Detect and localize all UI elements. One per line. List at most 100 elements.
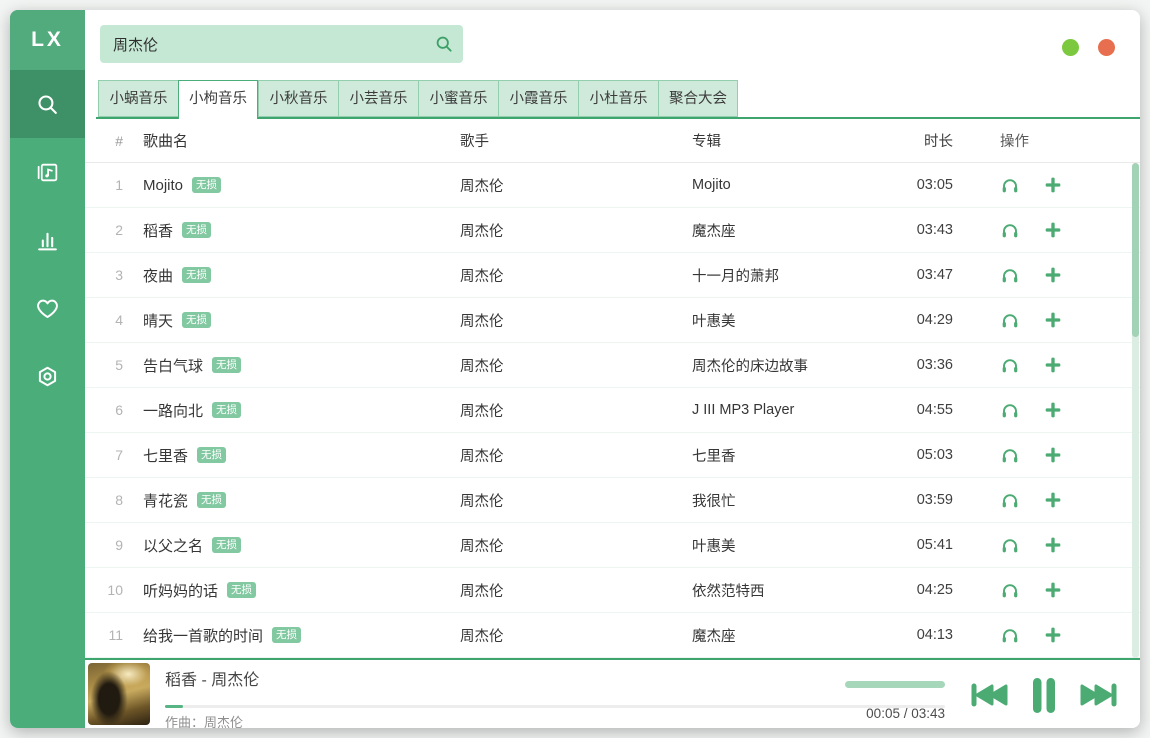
- add-button[interactable]: [1043, 310, 1063, 330]
- sidebar-item-search[interactable]: [10, 70, 85, 138]
- listen-button[interactable]: [1000, 400, 1020, 420]
- listen-button[interactable]: [1000, 580, 1020, 600]
- search-icon: [35, 92, 60, 117]
- sidebar-item-songlist[interactable]: [10, 138, 85, 206]
- listen-button[interactable]: [1000, 175, 1020, 195]
- song-duration: 03:05: [885, 177, 953, 193]
- song-duration: 04:13: [885, 627, 953, 643]
- song-artist: 周杰伦: [460, 400, 692, 421]
- song-artist: 周杰伦: [460, 445, 692, 466]
- heart-icon: [35, 296, 60, 321]
- quality-badge: 无损: [197, 447, 226, 463]
- listen-button[interactable]: [1000, 220, 1020, 240]
- add-button[interactable]: [1043, 265, 1063, 285]
- tab-3[interactable]: 小秋音乐: [258, 80, 338, 117]
- table-row[interactable]: 7七里香无损周杰伦七里香05:03: [85, 433, 1140, 478]
- pause-button[interactable]: [1030, 677, 1058, 714]
- scrollbar-track[interactable]: [1132, 163, 1139, 658]
- listen-button[interactable]: [1000, 265, 1020, 285]
- table-row[interactable]: 8青花瓷无损周杰伦我很忙03:59: [85, 478, 1140, 523]
- tab-2[interactable]: 小枸音乐: [178, 80, 258, 119]
- listen-button[interactable]: [1000, 355, 1020, 375]
- tab-1[interactable]: 小蜗音乐: [98, 80, 178, 117]
- add-button[interactable]: [1043, 445, 1063, 465]
- add-button[interactable]: [1043, 355, 1063, 375]
- song-album: 十一月的萧邦: [692, 265, 885, 286]
- settings-icon: [35, 364, 60, 389]
- now-playing-subtitle: 作曲：周杰伦: [165, 712, 243, 728]
- song-actions: [953, 490, 1140, 510]
- header-duration: 时长: [885, 130, 953, 151]
- song-album: 我很忙: [692, 490, 885, 511]
- add-button[interactable]: [1043, 175, 1063, 195]
- next-button[interactable]: [1078, 682, 1118, 708]
- add-button[interactable]: [1043, 535, 1063, 555]
- song-duration: 04:55: [885, 402, 953, 418]
- bar-chart-icon: [35, 228, 60, 253]
- song-name: Mojito: [143, 177, 183, 194]
- table-row[interactable]: 10听妈妈的话无损周杰伦依然范特西04:25: [85, 568, 1140, 613]
- add-button[interactable]: [1043, 625, 1063, 645]
- tab-7[interactable]: 小杜音乐: [578, 80, 658, 117]
- search-icon[interactable]: [425, 25, 463, 63]
- table-row[interactable]: 5告白气球无损周杰伦周杰伦的床边故事03:36: [85, 343, 1140, 388]
- sidebar-item-favorites[interactable]: [10, 274, 85, 342]
- sidebar-item-ranking[interactable]: [10, 206, 85, 274]
- previous-button[interactable]: [970, 682, 1010, 708]
- song-name: 一路向北: [143, 400, 203, 421]
- tab-5[interactable]: 小蜜音乐: [418, 80, 498, 117]
- song-duration: 03:47: [885, 267, 953, 283]
- add-button[interactable]: [1043, 220, 1063, 240]
- search-input[interactable]: [100, 25, 425, 63]
- table-row[interactable]: 11给我一首歌的时间无损周杰伦魔杰座04:13: [85, 613, 1140, 658]
- minimize-button[interactable]: [1062, 39, 1079, 56]
- quality-badge: 无损: [182, 222, 211, 238]
- table-row[interactable]: 1Mojito无损周杰伦Mojito03:05: [85, 163, 1140, 208]
- song-actions: [953, 265, 1140, 285]
- listen-button[interactable]: [1000, 310, 1020, 330]
- player-bar: 稻香 - 周杰伦 作曲：周杰伦 00:05 / 03:43: [85, 658, 1140, 728]
- tab-8[interactable]: 聚合大会: [658, 80, 738, 117]
- listen-button[interactable]: [1000, 535, 1020, 555]
- table-row[interactable]: 9以父之名无损周杰伦叶惠美05:41: [85, 523, 1140, 568]
- song-name-cell: Mojito无损: [123, 177, 460, 194]
- song-artist: 周杰伦: [460, 265, 692, 286]
- listen-button[interactable]: [1000, 445, 1020, 465]
- sidebar-item-settings[interactable]: [10, 342, 85, 410]
- table-row[interactable]: 2稻香无损周杰伦魔杰座03:43: [85, 208, 1140, 253]
- song-album: 叶惠美: [692, 310, 885, 331]
- volume-slider[interactable]: [845, 681, 945, 688]
- song-actions: [953, 535, 1140, 555]
- close-button[interactable]: [1098, 39, 1115, 56]
- song-name: 青花瓷: [143, 490, 188, 511]
- add-button[interactable]: [1043, 400, 1063, 420]
- song-name: 听妈妈的话: [143, 580, 218, 601]
- add-button[interactable]: [1043, 490, 1063, 510]
- header-album: 专辑: [692, 130, 885, 151]
- player-controls: [970, 660, 1118, 728]
- song-artist: 周杰伦: [460, 625, 692, 646]
- listen-button[interactable]: [1000, 625, 1020, 645]
- table-row[interactable]: 3夜曲无损周杰伦十一月的萧邦03:47: [85, 253, 1140, 298]
- song-actions: [953, 400, 1140, 420]
- table-row[interactable]: 6一路向北无损周杰伦J III MP3 Player04:55: [85, 388, 1140, 433]
- song-album: 魔杰座: [692, 220, 885, 241]
- song-name-cell: 稻香无损: [123, 220, 460, 241]
- table-row[interactable]: 4晴天无损周杰伦叶惠美04:29: [85, 298, 1140, 343]
- tab-4[interactable]: 小芸音乐: [338, 80, 418, 117]
- quality-badge: 无损: [197, 492, 226, 508]
- song-number: 5: [85, 357, 123, 373]
- album-art[interactable]: [88, 663, 150, 725]
- song-number: 4: [85, 312, 123, 328]
- song-duration: 03:36: [885, 357, 953, 373]
- now-playing-title: 稻香 - 周杰伦: [165, 666, 259, 690]
- song-artist: 周杰伦: [460, 355, 692, 376]
- song-name-cell: 晴天无损: [123, 310, 460, 331]
- listen-button[interactable]: [1000, 490, 1020, 510]
- tab-6[interactable]: 小霞音乐: [498, 80, 578, 117]
- header-num: #: [85, 133, 123, 149]
- add-button[interactable]: [1043, 580, 1063, 600]
- song-number: 8: [85, 492, 123, 508]
- song-number: 2: [85, 222, 123, 238]
- scrollbar-thumb[interactable]: [1132, 163, 1139, 337]
